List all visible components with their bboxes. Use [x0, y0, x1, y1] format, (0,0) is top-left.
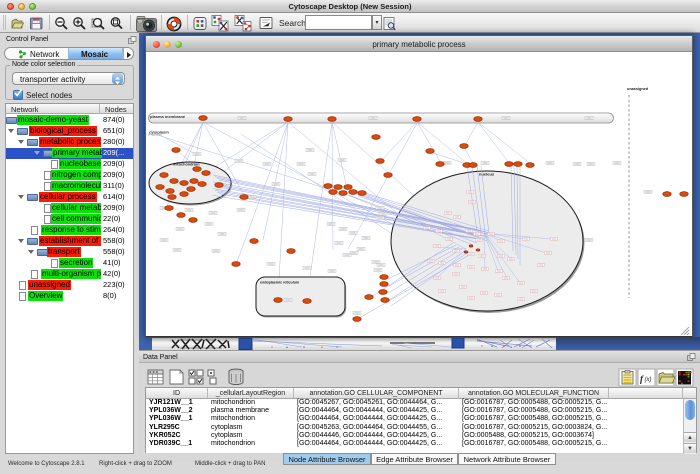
svg-text:mitochondrion: mitochondrion	[173, 163, 200, 167]
svg-text:plasma membrane: plasma membrane	[150, 114, 186, 119]
svg-text:unassigned: unassigned	[627, 87, 649, 91]
svg-text:endoplasmic reticulum: endoplasmic reticulum	[260, 281, 299, 285]
svg-text:nucleus: nucleus	[479, 172, 495, 177]
svg-text:(x): (x)	[645, 377, 652, 383]
